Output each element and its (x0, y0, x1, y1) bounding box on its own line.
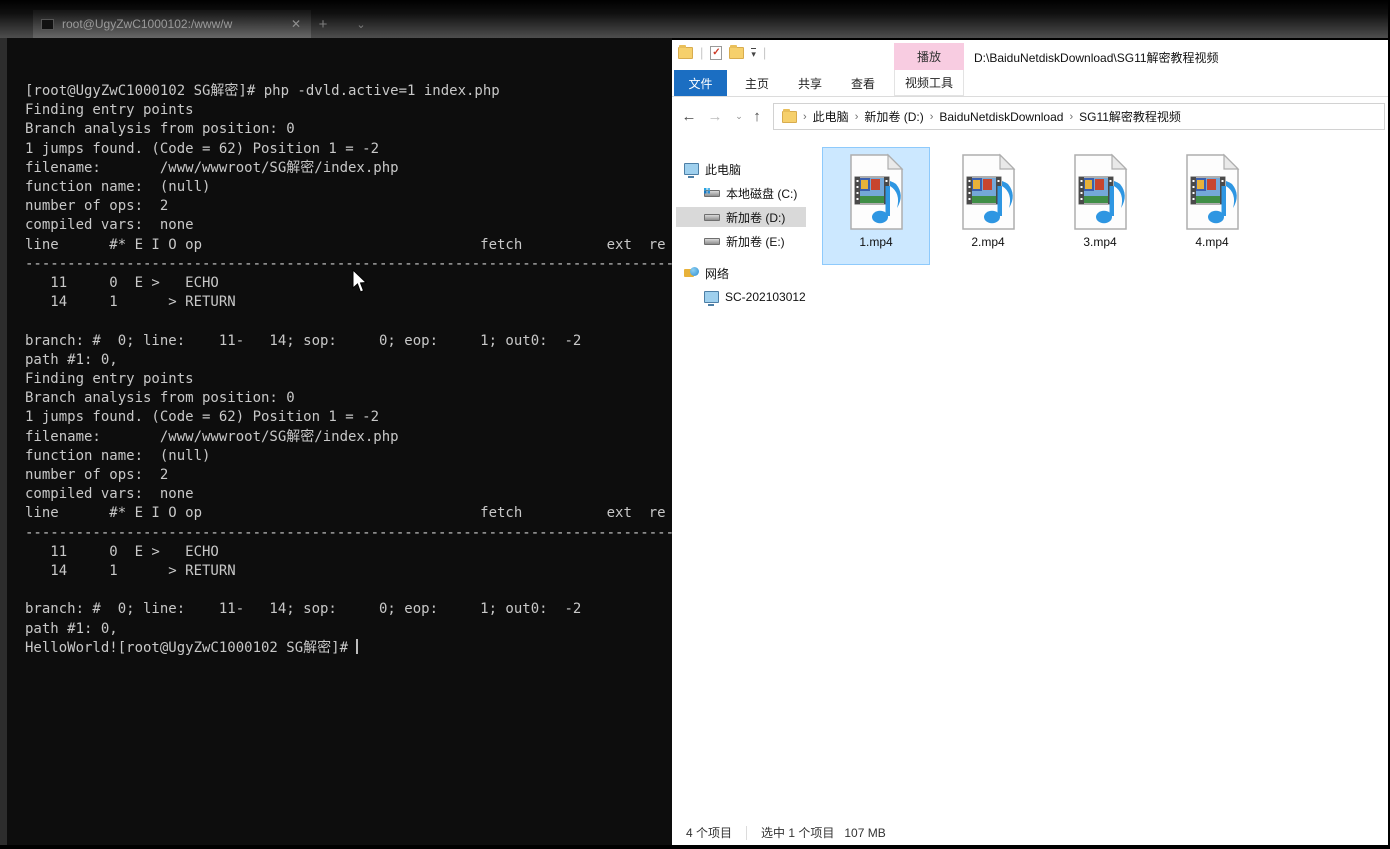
network-icon (684, 267, 699, 279)
terminal-window-icon (41, 18, 54, 30)
sidebar-item-sc-202103012[interactable]: SC-202103012 (676, 287, 806, 307)
terminal-output[interactable]: [root@UgyZwC1000102 SG解密]# php -dvld.act… (0, 38, 672, 845)
terminal-cursor (356, 638, 359, 654)
status-bar: 4 个项目 选中 1 个项目 107 MB (672, 820, 1388, 845)
folder-icon[interactable] (678, 44, 693, 59)
new-folder-icon[interactable] (729, 44, 745, 59)
breadcrumb-drive-d[interactable]: 新加卷 (D:) (864, 108, 923, 125)
new-tab-button[interactable]: + (308, 10, 338, 38)
breadcrumb-chevron-icon: › (1069, 110, 1074, 123)
items-count: 4 个项目 (686, 826, 733, 840)
sidebar-item-this-pc[interactable]: 此电脑 (676, 159, 806, 179)
terminal-text: [root@UgyZwC1000102 SG解密]# php -dvld.act… (25, 83, 672, 656)
sidebar-item-new-volume-d[interactable]: 新加卷 (D:) (676, 207, 806, 227)
file-tile-2[interactable]: 2.mp4 (935, 148, 1041, 264)
file-name: 2.mp4 (971, 235, 1005, 249)
file-tile-3[interactable]: 3.mp4 (1047, 148, 1153, 264)
explorer-titlebar: | ✓ ▾ | 播放 D:\BaiduNetdiskDownload\SG11解… (672, 40, 1388, 70)
mouse-cursor (352, 270, 368, 293)
computer-icon (684, 163, 699, 178)
breadcrumb-chevron-icon: › (803, 110, 807, 123)
computer-icon (704, 291, 719, 306)
tab-file[interactable]: 文件 (674, 70, 727, 96)
customize-toolbar-dropdown-icon[interactable]: ▾ (751, 47, 756, 58)
breadcrumb-this-pc[interactable]: 此电脑 (813, 108, 849, 125)
file-tile-4[interactable]: 4.mp4 (1159, 148, 1265, 264)
terminal-tab-title: root@UgyZwC1000102:/www/w (62, 17, 233, 31)
ribbon-play-contextual-tab[interactable]: 播放 (894, 43, 964, 70)
file-name: 1.mp4 (859, 235, 893, 249)
drive-icon (704, 213, 720, 221)
address-bar-row: ← → ⌄ ↑ › 此电脑 › 新加卷 (D:) › BaiduNetdiskD… (672, 97, 1388, 137)
breadcrumb-chevron-icon: › (854, 110, 859, 123)
bottom-border (0, 845, 1390, 849)
sidebar-item-network[interactable]: 网络 (676, 263, 806, 283)
tab-dropdown-icon[interactable]: ⌄ (346, 10, 376, 38)
tab-home[interactable]: 主页 (734, 70, 780, 96)
selection-count: 选中 1 个项目 (761, 826, 835, 840)
up-button[interactable]: ↑ (746, 105, 768, 127)
file-list: 1.mp4 2.mp4 3.mp4 4.mp4 (808, 137, 1388, 820)
explorer-main: 此电脑 本地磁盘 (C:) 新加卷 (D:) 新加卷 (E:) 网络 SC-20… (672, 137, 1388, 820)
tab-view[interactable]: 查看 (840, 70, 886, 96)
terminal-tab[interactable]: root@UgyZwC1000102:/www/w ✕ (33, 10, 311, 38)
terminal-left-edge (0, 38, 7, 845)
selection-size: 107 MB (844, 825, 886, 840)
sidebar-item-new-volume-e[interactable]: 新加卷 (E:) (676, 231, 806, 251)
sidebar-item-local-disk-c[interactable]: 本地磁盘 (C:) (676, 183, 806, 203)
status-divider (746, 825, 748, 840)
close-tab-icon[interactable]: ✕ (289, 17, 303, 31)
tab-share[interactable]: 共享 (787, 70, 833, 96)
file-name: 4.mp4 (1195, 235, 1229, 249)
file-tile-1[interactable]: 1.mp4 (822, 147, 930, 265)
ribbon-tabs: 文件 主页 共享 查看 视频工具 (672, 70, 1388, 97)
back-button[interactable]: ← (678, 105, 700, 127)
breadcrumb-baidunetdiskdownload[interactable]: BaiduNetdiskDownload (939, 110, 1063, 124)
video-file-icon (962, 153, 1016, 230)
quick-access-toolbar: | ✓ ▾ | (678, 44, 767, 60)
separator: | (762, 45, 767, 60)
tab-video-tools[interactable]: 视频工具 (894, 70, 964, 96)
forward-button[interactable]: → (704, 105, 726, 127)
drive-windows-icon (704, 187, 720, 197)
file-explorer-window: | ✓ ▾ | 播放 D:\BaiduNetdiskDownload\SG11解… (672, 40, 1388, 845)
drive-icon (704, 237, 720, 245)
video-file-icon (850, 153, 904, 230)
video-file-icon (1074, 153, 1128, 230)
file-name: 3.mp4 (1083, 235, 1117, 249)
breadcrumb-chevron-icon: › (929, 110, 934, 123)
separator: | (700, 45, 704, 60)
terminal-titlebar: root@UgyZwC1000102:/www/w ✕ + ⌄ (0, 0, 1390, 38)
current-folder-icon (782, 108, 797, 123)
screen: root@UgyZwC1000102:/www/w ✕ + ⌄ [root@Ug… (0, 0, 1390, 849)
address-bar[interactable]: › 此电脑 › 新加卷 (D:) › BaiduNetdiskDownload … (773, 103, 1385, 130)
window-title: D:\BaiduNetdiskDownload\SG11解密教程视频 (974, 51, 1219, 65)
breadcrumb-sg11-folder[interactable]: SG11解密教程视频 (1079, 108, 1181, 125)
video-file-icon (1186, 153, 1240, 230)
properties-check-icon[interactable]: ✓ (710, 45, 723, 60)
navigation-pane: 此电脑 本地磁盘 (C:) 新加卷 (D:) 新加卷 (E:) 网络 SC-20… (672, 137, 808, 820)
